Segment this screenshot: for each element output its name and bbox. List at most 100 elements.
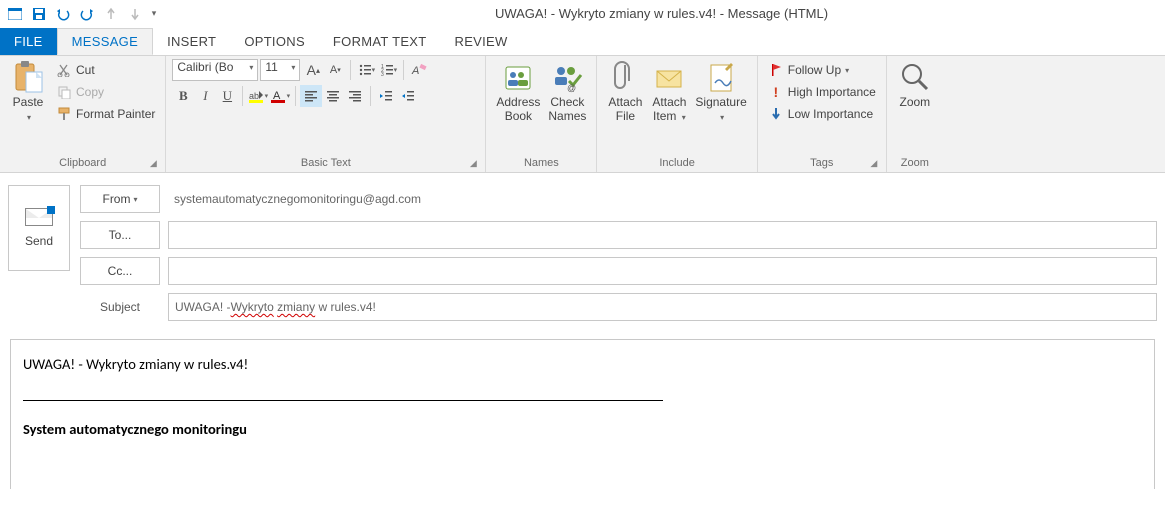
group-names-label: Names [492, 155, 590, 172]
attach-file-button[interactable]: Attach File [603, 59, 647, 125]
tab-options[interactable]: OPTIONS [230, 28, 319, 55]
font-color-icon[interactable]: A▾ [269, 85, 291, 107]
signature-separator [23, 400, 663, 401]
font-name-select[interactable]: Calibri (Bo [172, 59, 258, 81]
compose-header: Send From ▾ To... Cc... Subject UWAGA! -… [0, 173, 1165, 321]
align-left-icon[interactable] [300, 85, 322, 107]
cc-field[interactable] [168, 257, 1157, 285]
format-painter-icon [56, 106, 72, 122]
high-importance-button[interactable]: ! High Importance [764, 81, 880, 103]
svg-text:@: @ [567, 83, 576, 93]
signature-line: System automatycznego monitoringu [23, 419, 1142, 439]
message-body[interactable]: UWAGA! - Wykryto zmiany w rules.v4! Syst… [10, 339, 1155, 489]
bold-icon[interactable]: B [172, 85, 194, 107]
paste-label: Paste [13, 95, 44, 109]
send-button[interactable]: Send [8, 185, 70, 271]
low-importance-icon [768, 106, 784, 122]
group-tags: Follow Up ▾ ! High Importance Low Import… [758, 56, 887, 172]
group-basic-text: Calibri (Bo 11 A▴ A▾ ▾ 123▾ A B I U ab▾ … [166, 56, 486, 172]
align-right-icon[interactable] [344, 85, 366, 107]
redo-icon[interactable] [76, 3, 98, 25]
increase-indent-icon[interactable] [397, 85, 419, 107]
signature-icon [705, 61, 737, 93]
paste-icon [12, 61, 44, 93]
tags-launcher-icon[interactable]: ◢ [868, 158, 880, 170]
group-include-label: Include [603, 155, 750, 172]
tab-insert[interactable]: INSERT [153, 28, 230, 55]
group-basic-text-label: Basic Text [301, 157, 351, 169]
send-label: Send [25, 234, 53, 248]
grow-font-icon[interactable]: A▴ [302, 59, 324, 81]
group-zoom: Zoom Zoom [887, 56, 943, 172]
tab-message[interactable]: MESSAGE [57, 28, 153, 55]
clear-formatting-icon[interactable]: A [408, 59, 430, 81]
align-center-icon[interactable] [322, 85, 344, 107]
low-importance-button[interactable]: Low Importance [764, 103, 880, 125]
group-clipboard: Paste Cut Copy Format Painter Clipboard ◢ [0, 56, 166, 172]
copy-button[interactable]: Copy [52, 81, 159, 103]
subject-label: Subject [80, 300, 160, 314]
cut-label: Cut [76, 63, 95, 77]
attach-file-icon [609, 61, 641, 93]
shrink-font-icon[interactable]: A▾ [324, 59, 346, 81]
format-painter-button[interactable]: Format Painter [52, 103, 159, 125]
check-names-button[interactable]: @ Check Names [544, 59, 590, 125]
address-book-label: Address Book [496, 95, 540, 123]
tab-format-text[interactable]: FORMAT TEXT [319, 28, 441, 55]
decrease-indent-icon[interactable] [375, 85, 397, 107]
from-field[interactable] [168, 185, 1157, 213]
tab-file[interactable]: FILE [0, 28, 57, 55]
attach-file-label: Attach File [608, 95, 642, 123]
group-include: Attach File Attach Item Signature Includ… [597, 56, 757, 172]
bullets-icon[interactable]: ▾ [355, 59, 377, 81]
group-names: Address Book @ Check Names Names [486, 56, 597, 172]
low-importance-label: Low Importance [788, 107, 873, 121]
save-icon[interactable] [28, 3, 50, 25]
ribbon: Paste Cut Copy Format Painter Clipboard ◢ [0, 55, 1165, 173]
address-book-button[interactable]: Address Book [492, 59, 544, 125]
signature-label: Signature [695, 95, 746, 109]
high-importance-label: High Importance [788, 85, 876, 99]
undo-icon[interactable] [52, 3, 74, 25]
cc-button[interactable]: Cc... [80, 257, 160, 285]
underline-icon[interactable]: U [216, 85, 238, 107]
envelope-icon [25, 208, 53, 226]
to-button[interactable]: To... [80, 221, 160, 249]
qat-customize-icon[interactable]: ▾ [148, 3, 160, 25]
follow-up-button[interactable]: Follow Up ▾ [764, 59, 880, 81]
attach-item-button[interactable]: Attach Item [647, 59, 691, 127]
clipboard-launcher-icon[interactable]: ◢ [147, 158, 159, 170]
to-field[interactable] [168, 221, 1157, 249]
zoom-button[interactable]: Zoom [893, 59, 937, 111]
high-importance-icon: ! [768, 84, 784, 100]
group-clipboard-label: Clipboard [59, 157, 106, 169]
cut-icon [56, 62, 72, 78]
group-zoom-label: Zoom [893, 155, 937, 172]
previous-item-icon [100, 3, 122, 25]
basic-text-launcher-icon[interactable]: ◢ [467, 158, 479, 170]
font-size-select[interactable]: 11 [260, 59, 300, 81]
numbering-icon[interactable]: 123▾ [377, 59, 399, 81]
check-names-label: Check Names [548, 95, 586, 123]
copy-label: Copy [76, 85, 104, 99]
paste-button[interactable]: Paste [6, 59, 50, 127]
svg-text:ab: ab [249, 91, 259, 101]
next-item-icon [124, 3, 146, 25]
signature-button[interactable]: Signature [691, 59, 750, 127]
address-book-icon [502, 61, 534, 93]
cut-button[interactable]: Cut [52, 59, 159, 81]
format-painter-label: Format Painter [76, 107, 155, 121]
italic-icon[interactable]: I [194, 85, 216, 107]
from-button[interactable]: From ▾ [80, 185, 160, 213]
subject-field[interactable]: UWAGA! - Wykryto zmiany w rules.v4! [168, 293, 1157, 321]
zoom-icon [899, 61, 931, 93]
flag-icon [768, 62, 784, 78]
svg-text:A: A [411, 65, 419, 77]
qat-window-icon[interactable] [4, 3, 26, 25]
highlight-icon[interactable]: ab▾ [247, 85, 269, 107]
tab-review[interactable]: REVIEW [441, 28, 522, 55]
svg-text:3: 3 [381, 72, 384, 77]
body-line-1: UWAGA! - Wykryto zmiany w rules.v4! [23, 354, 1142, 374]
ribbon-tabs: FILE MESSAGE INSERT OPTIONS FORMAT TEXT … [0, 28, 1165, 55]
group-tags-label: Tags [810, 157, 833, 169]
